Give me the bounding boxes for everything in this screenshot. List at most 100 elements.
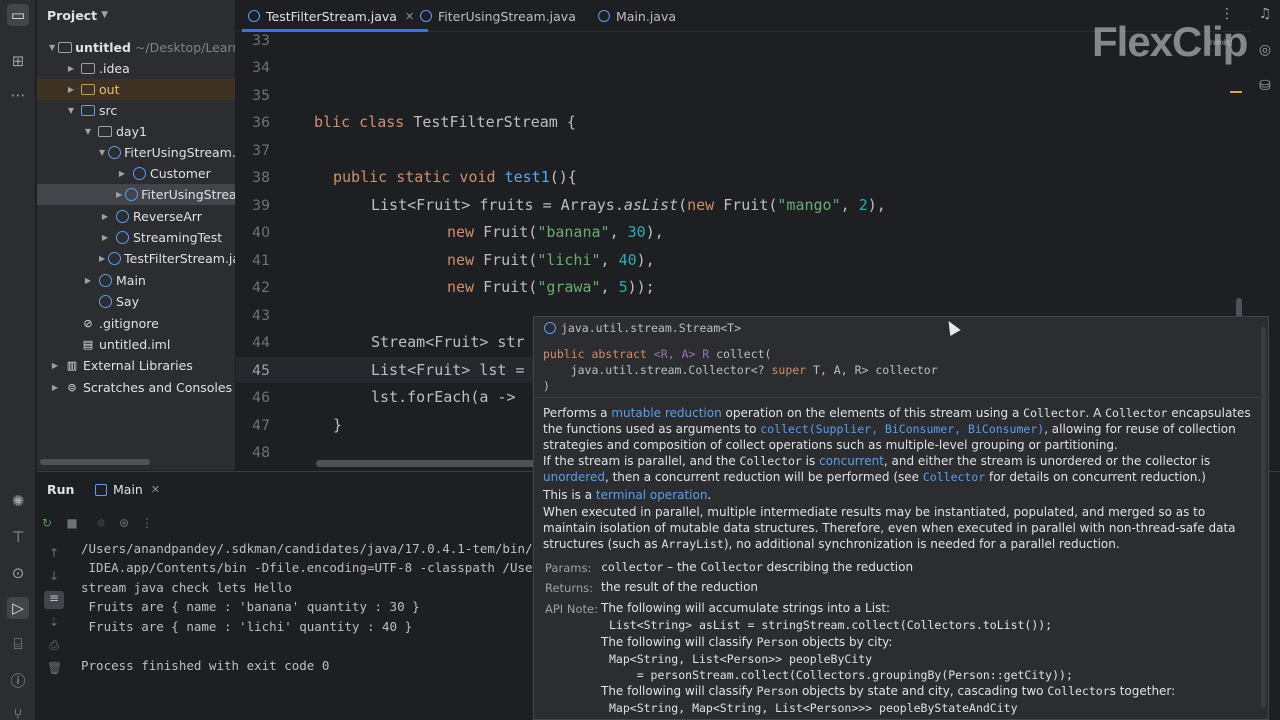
notifications-icon[interactable]: ♫ <box>1256 6 1274 24</box>
code-line-36: blic class TestFilterStream { <box>314 113 576 131</box>
run-icon[interactable]: ▷ <box>7 597 29 619</box>
tree-item-untitled[interactable]: ▼ untitled ~/Desktop/Learnin <box>37 37 235 58</box>
close-icon[interactable]: ✕ <box>405 10 414 23</box>
warning-marker[interactable] <box>1230 91 1242 93</box>
code-token: , <box>600 251 619 269</box>
doc-link[interactable]: unordered <box>543 470 605 484</box>
quick-documentation-popup[interactable]: java.util.stream.Stream<T> public abstra… <box>533 316 1269 720</box>
tree-item-out[interactable]: ▶ out <box>37 79 235 100</box>
tab-testfilterstream[interactable]: TestFilterStream.java ✕ <box>241 0 429 32</box>
doc-class-header[interactable]: java.util.stream.Stream<T> <box>544 321 741 335</box>
tree-item-reversearr[interactable]: ▶ ReverseArr <box>37 206 235 227</box>
tree-item-fiterusingstream[interactable]: ▼ FiterUsingStream.j <box>37 142 235 163</box>
tree-item-scratches[interactable]: ▶ ⊜ Scratches and Consoles <box>37 377 235 398</box>
doc-link[interactable]: Collector <box>923 470 985 484</box>
doc-link[interactable]: concurrent <box>819 454 884 468</box>
stop-icon[interactable]: ■ <box>65 516 79 530</box>
tree-item-day1[interactable]: ▼ day1 <box>37 121 235 142</box>
doc-code: Collector <box>1105 406 1168 420</box>
code-token: ), <box>636 251 655 269</box>
tree-item-streamingtest[interactable]: ▶ StreamingTest <box>37 227 235 248</box>
git-icon[interactable]: ⑂ <box>7 703 29 720</box>
interface-icon <box>544 322 556 334</box>
project-scrollbar[interactable] <box>40 459 150 465</box>
tree-item-main[interactable]: ▶ Main <box>37 270 235 291</box>
run-tab-label: Main <box>113 482 143 497</box>
doc-text: objects by state and city, cascading two <box>798 684 1048 698</box>
database-icon[interactable]: ⛁ <box>1256 78 1274 96</box>
code-token: test1 <box>504 168 550 186</box>
scroll-up-icon[interactable]: ↑ <box>47 546 61 560</box>
doc-link[interactable]: mutable reduction <box>611 406 721 420</box>
line-number: 45 <box>252 363 270 379</box>
code-line-39: List<Fruit> fruits = Arrays.asList(new F… <box>371 196 886 214</box>
tab-fiterusingstream[interactable]: FiterUsingStream.java <box>420 0 576 32</box>
doc-link[interactable]: terminal operation <box>596 488 708 502</box>
debug-icon[interactable]: ✺ <box>7 490 29 512</box>
tree-item-gitignore[interactable]: ⊘ .gitignore <box>37 313 235 334</box>
tree-item-label: Say <box>116 294 139 309</box>
doc-code-sample: = personStream.collect(Collectors.groupi… <box>609 668 1073 682</box>
tab-label: TestFilterStream.java <box>266 8 397 24</box>
more-options-icon[interactable]: ⋮ <box>140 516 154 530</box>
class-icon <box>131 167 147 181</box>
tree-item-untitled-iml[interactable]: ▤ untitled.iml <box>37 334 235 355</box>
trash-icon[interactable]: 🗑 <box>47 661 62 675</box>
print-icon[interactable]: ⎙ <box>47 638 61 652</box>
indexing-label: Indexing <box>1209 38 1232 47</box>
doc-scrollbar[interactable] <box>1261 327 1266 707</box>
close-icon[interactable]: ✕ <box>151 483 160 496</box>
tree-item-testfilterstream[interactable]: ▶ TestFilterStream.ja <box>37 248 235 269</box>
doc-text: objects by city: <box>798 635 893 649</box>
doc-paragraph: If the stream is parallel, and the Colle… <box>543 453 1253 485</box>
module-folder-icon <box>58 41 73 55</box>
doc-text: is <box>801 454 820 468</box>
line-number: 44 <box>252 335 270 351</box>
tree-item-customer[interactable]: ▶ Customer <box>37 163 235 184</box>
chevron-right-icon: ▶ <box>116 190 123 199</box>
tree-item-path: ~/Desktop/Learnin <box>134 40 235 55</box>
tree-item-fiterusingstrea[interactable]: ▶ FiterUsingStrea <box>37 184 235 205</box>
tree-item-idea[interactable]: ▶ .idea <box>37 58 235 79</box>
code-line-42: new Fruit("grawa", 5)); <box>447 278 655 296</box>
doc-code: Person <box>756 635 799 649</box>
scroll-down-icon[interactable]: ↓ <box>47 569 61 583</box>
tree-item-external-libraries[interactable]: ▶ ▥ External Libraries <box>37 355 235 376</box>
doc-text: ), no additional synchronization is need… <box>723 537 1120 551</box>
line-number: 35 <box>252 88 270 104</box>
scroll-to-end-icon[interactable]: ⇣ <box>47 615 61 629</box>
line-number: 48 <box>252 445 270 461</box>
restore-layout-icon[interactable]: ⊛ <box>117 516 131 530</box>
folder-icon <box>80 83 96 97</box>
build-icon[interactable]: ⊤ <box>7 526 29 548</box>
rerun-icon[interactable]: ↻ <box>40 516 54 530</box>
problems-icon[interactable]: ⓘ <box>7 669 29 691</box>
soft-wrap-icon[interactable]: ≡ <box>44 591 64 609</box>
tree-item-label: External Libraries <box>83 358 193 373</box>
doc-apinote-text: The following will classify Person objec… <box>601 684 1175 698</box>
services-icon[interactable]: ⊙ <box>7 562 29 584</box>
doc-paragraph: When executed in parallel, multiple inte… <box>543 504 1253 552</box>
tree-item-src[interactable]: ▼ src <box>37 100 235 121</box>
chevron-down-icon: ▼ <box>67 106 75 115</box>
structure-icon[interactable]: ⊞ <box>7 50 29 72</box>
line-number: 46 <box>252 390 270 406</box>
doc-link[interactable]: collect(Supplier, BiConsumer, BiConsumer… <box>760 422 1044 436</box>
run-tab-main[interactable]: Main ✕ <box>95 482 160 497</box>
ai-assistant-icon[interactable]: ◎ <box>1256 42 1274 60</box>
folder-icon[interactable]: ▭ <box>7 4 29 26</box>
project-panel-header[interactable]: Project ▼ <box>37 0 235 30</box>
tab-main[interactable]: Main.java <box>598 0 676 32</box>
chevron-right-icon: ▶ <box>51 361 59 370</box>
camera-icon[interactable]: ⌾ <box>94 516 108 530</box>
chevron-down-icon: ▼ <box>101 10 108 20</box>
terminal-icon[interactable]: ⌸ <box>7 633 29 655</box>
doc-code-sample: Map<String, Map<String, List<Person>>> p… <box>609 701 1018 715</box>
run-panel-title: Run <box>47 482 75 497</box>
more-icon[interactable]: ⋯ <box>7 84 29 106</box>
tree-item-say[interactable]: Say <box>37 291 235 312</box>
code-token: List<Fruit> fruits = Arrays. <box>371 196 624 214</box>
code-token: public static void <box>333 168 505 186</box>
tab-label: Main.java <box>616 8 677 24</box>
code-token: asList <box>623 196 679 214</box>
